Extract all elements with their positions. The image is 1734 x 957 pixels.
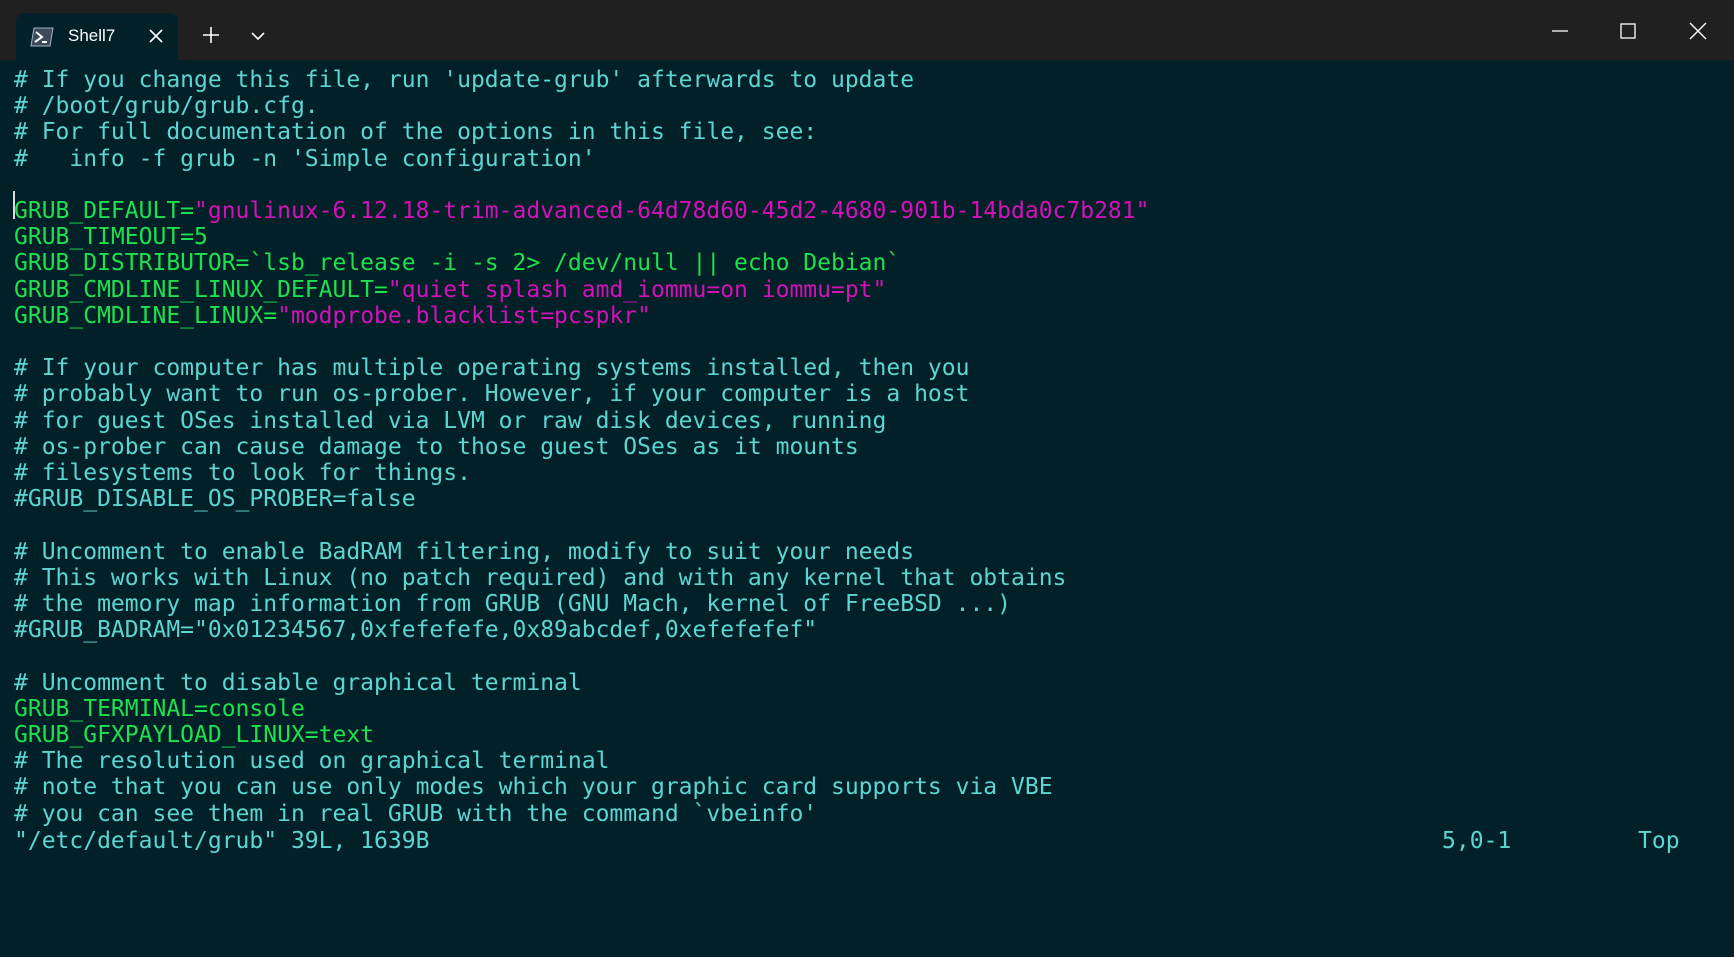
editor-line: # info -f grub -n 'Simple configuration' xyxy=(14,145,596,174)
title-bar[interactable]: Shell7 xyxy=(0,0,1734,60)
editor-line: # you can see them in real GRUB with the… xyxy=(14,800,817,829)
editor-line-segment: # /boot/grub/grub.cfg. xyxy=(14,93,319,120)
editor-line-segment: # for guest OSes installed via LVM or ra… xyxy=(14,407,887,434)
editor-line: # /boot/grub/grub.cfg. xyxy=(14,92,319,121)
close-icon[interactable] xyxy=(146,26,166,46)
editor-line: GRUB_DISTRIBUTOR=`lsb_release -i -s 2> /… xyxy=(14,249,900,278)
editor-line-segment: # Uncomment to disable graphical termina… xyxy=(14,669,582,696)
editor-line: #GRUB_DISABLE_OS_PROBER=false xyxy=(14,485,416,514)
close-window-icon[interactable] xyxy=(1678,14,1718,48)
editor-line: # note that you can use only modes which… xyxy=(14,773,1053,802)
editor-line-segment: "quiet splash amd_iommu=on iommu=pt" xyxy=(387,276,887,303)
editor-line: GRUB_GFXPAYLOAD_LINUX=text xyxy=(14,721,374,750)
editor-line-segment: GRUB_DISTRIBUTOR=`lsb_release -i -s 2> /… xyxy=(14,250,901,277)
editor-line: # filesystems to look for things. xyxy=(14,459,471,488)
editor-line: #GRUB_BADRAM="0x01234567,0xfefefefe,0x89… xyxy=(14,616,817,645)
editor-line-segment: # If you change this file, run 'update-g… xyxy=(14,67,915,93)
editor-line: # The resolution used on graphical termi… xyxy=(14,747,609,776)
tab-title: Shell7 xyxy=(68,26,116,45)
editor-line-segment: GRUB_TERMINAL=console xyxy=(14,695,305,722)
text-cursor xyxy=(13,191,15,219)
editor-line-segment: #GRUB_BADRAM="0x01234567,0xfefefefe,0x89… xyxy=(14,617,818,644)
status-scroll-position: Top xyxy=(1638,828,1680,854)
editor-line: GRUB_DEFAULT="gnulinux-6.12.18-trim-adva… xyxy=(14,197,1149,226)
editor-line: # This works with Linux (no patch requir… xyxy=(14,564,1066,593)
editor-line: # For full documentation of the options … xyxy=(14,118,817,147)
editor-line: # for guest OSes installed via LVM or ra… xyxy=(14,407,886,436)
editor-line: # os-prober can cause damage to those gu… xyxy=(14,433,859,462)
editor-line-segment: "gnulinux-6.12.18-trim-advanced-64d78d60… xyxy=(194,198,1150,224)
editor-line: # If you change this file, run 'update-g… xyxy=(14,66,914,95)
editor-line-segment: # For full documentation of the options … xyxy=(14,119,818,146)
editor-line-segment: # the memory map information from GRUB (… xyxy=(14,591,1011,617)
editor-line-segment: # If your computer has multiple operatin… xyxy=(14,355,970,382)
editor-line-segment: "modprobe.blacklist=pcspkr" xyxy=(277,302,651,329)
tab-shell7[interactable]: Shell7 xyxy=(16,13,178,60)
terminal-window: Shell7 # If you change this file, run 'u… xyxy=(0,0,1734,957)
powershell-icon xyxy=(30,27,54,47)
editor-line-segment: #GRUB_DISABLE_OS_PROBER=false xyxy=(14,486,416,513)
editor-line-segment: # Uncomment to enable BadRAM filtering, … xyxy=(14,538,915,565)
editor-line-segment: # info -f grub -n 'Simple configuration' xyxy=(14,145,596,172)
editor-line-segment: GRUB_CMDLINE_LINUX_DEFAULT= xyxy=(14,276,388,303)
editor-line-segment: # probably want to run os-prober. Howeve… xyxy=(14,381,970,408)
status-file-info: "/etc/default/grub" 39L, 1639B xyxy=(14,828,430,854)
editor-line-segment: GRUB_GFXPAYLOAD_LINUX=text xyxy=(14,722,375,748)
editor-line: GRUB_TERMINAL=console xyxy=(14,695,305,724)
editor-line-segment: # This works with Linux (no patch requir… xyxy=(14,564,1067,591)
status-cursor-position: 5,0-1 xyxy=(1442,828,1512,854)
maximize-icon[interactable] xyxy=(1608,14,1648,48)
editor-line-segment: GRUB_TIMEOUT=5 xyxy=(14,224,208,251)
editor-line: # Uncomment to enable BadRAM filtering, … xyxy=(14,538,914,567)
editor-line-segment: # The resolution used on graphical termi… xyxy=(14,748,610,775)
editor-line-segment: GRUB_CMDLINE_LINUX= xyxy=(14,302,278,329)
editor-line-segment: GRUB_DEFAULT= xyxy=(14,198,195,224)
editor-line-segment: # you can see them in real GRUB with the… xyxy=(14,800,818,827)
editor-line: GRUB_CMDLINE_LINUX_DEFAULT="quiet splash… xyxy=(14,276,886,305)
terminal-viewport[interactable]: # If you change this file, run 'update-g… xyxy=(0,60,1734,957)
editor-line: GRUB_TIMEOUT=5 xyxy=(14,223,208,252)
editor-line-segment: # note that you can use only modes which… xyxy=(14,774,1053,801)
editor-line: # If your computer has multiple operatin… xyxy=(14,354,969,383)
editor-line: GRUB_CMDLINE_LINUX="modprobe.blacklist=p… xyxy=(14,302,651,331)
plus-icon[interactable] xyxy=(198,22,224,48)
editor-line-segment: # filesystems to look for things. xyxy=(14,460,471,486)
editor-line: # the memory map information from GRUB (… xyxy=(14,590,1011,619)
editor-line: # Uncomment to disable graphical termina… xyxy=(14,669,582,698)
minimize-icon[interactable] xyxy=(1540,14,1580,48)
editor-line-segment: # os-prober can cause damage to those gu… xyxy=(14,433,859,460)
chevron-down-icon[interactable] xyxy=(244,24,272,48)
editor-line: # probably want to run os-prober. Howeve… xyxy=(14,380,969,409)
